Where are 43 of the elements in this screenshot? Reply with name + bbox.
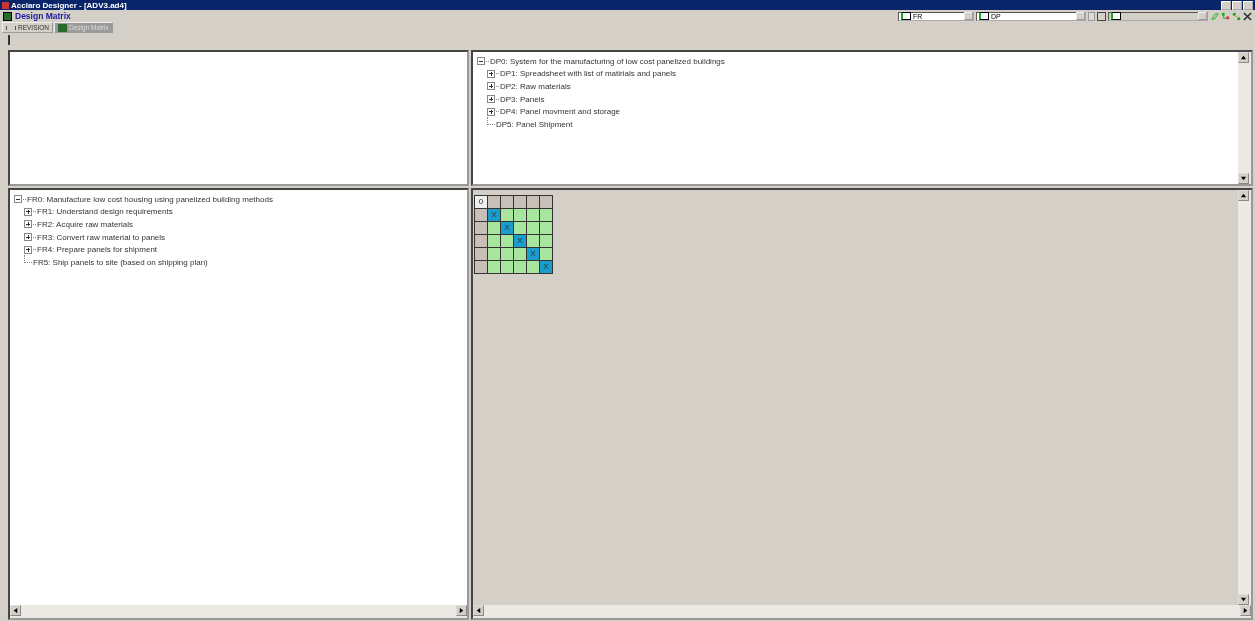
tree-item[interactable]: FR4: Prepare panels for shipment bbox=[37, 245, 158, 255]
window-title: Acclaro Designer - [ADV3.ad4] bbox=[11, 0, 127, 10]
up-arrow-icon[interactable] bbox=[1240, 54, 1247, 61]
app-logo-icon bbox=[2, 1, 9, 9]
tree-item[interactable]: DP1: Spreadsheet with list of matirials and panels bbox=[500, 69, 677, 79]
tree-item[interactable]: DP4: Panel movment and storage bbox=[500, 107, 621, 117]
expand-icon[interactable] bbox=[24, 245, 32, 254]
close-button[interactable] bbox=[1243, 0, 1253, 10]
expand-icon[interactable] bbox=[487, 69, 495, 78]
down-arrow-icon[interactable] bbox=[1240, 596, 1247, 603]
matrix-corner-cell: 0 bbox=[475, 195, 488, 209]
right-arrow-icon[interactable] bbox=[1242, 607, 1249, 614]
right-arrow-icon[interactable] bbox=[458, 607, 465, 614]
expand-icon[interactable] bbox=[24, 233, 32, 242]
tree-item[interactable]: FR3: Convert raw material to panels bbox=[37, 232, 166, 242]
left-arrow-icon[interactable] bbox=[475, 607, 482, 614]
collapse-icon[interactable] bbox=[14, 195, 22, 204]
tree-item[interactable]: DP2: Raw materials bbox=[500, 82, 571, 91]
expand-icon[interactable] bbox=[487, 95, 495, 104]
minimize-button[interactable] bbox=[1221, 0, 1231, 10]
horizontal-scrollbar[interactable] bbox=[10, 605, 467, 618]
tree-item[interactable]: FR1: Understand design requirements bbox=[37, 207, 173, 217]
matrix-icon bbox=[3, 11, 12, 21]
expand-icon[interactable] bbox=[487, 107, 495, 116]
expand-icon[interactable] bbox=[24, 220, 32, 229]
close-icon[interactable] bbox=[1243, 11, 1252, 21]
maximize-button[interactable] bbox=[1232, 0, 1242, 10]
vertical-scrollbar[interactable] bbox=[1238, 190, 1251, 605]
vertical-scrollbar[interactable] bbox=[1238, 52, 1251, 184]
tree-item[interactable]: FR5: Ship panels to site (based on shipping plan) bbox=[33, 257, 208, 267]
collapse-icon[interactable] bbox=[477, 57, 485, 66]
expand-icon[interactable] bbox=[487, 82, 495, 91]
tree-item[interactable]: DP0: System for the manufacturing of low cost panelized buildings bbox=[490, 56, 725, 66]
left-arrow-icon[interactable] bbox=[12, 607, 19, 614]
up-arrow-icon[interactable] bbox=[1240, 192, 1247, 199]
tree-item[interactable]: DP5: Panel Shipment bbox=[496, 119, 573, 129]
down-arrow-icon[interactable] bbox=[1240, 175, 1247, 182]
tree-item[interactable]: FR0: Manufacture low cost housing using panelized building methods bbox=[27, 194, 273, 204]
tree-item[interactable]: DP3: Panels bbox=[500, 94, 545, 104]
tree-item[interactable]: FR2: Acquire raw materials bbox=[37, 220, 134, 229]
expand-icon[interactable] bbox=[24, 207, 32, 216]
document-title: Design Matrix bbox=[15, 11, 71, 21]
horizontal-scrollbar[interactable] bbox=[473, 605, 1251, 618]
